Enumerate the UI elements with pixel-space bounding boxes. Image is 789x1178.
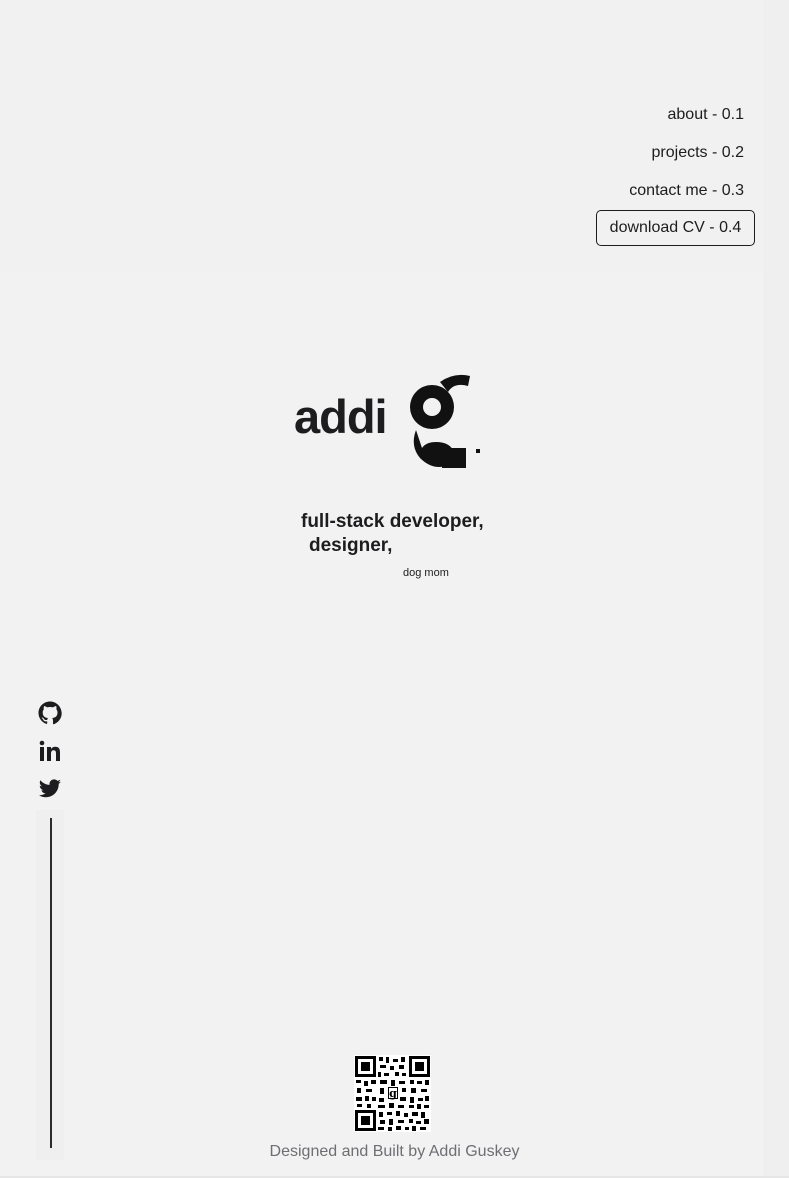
nav-link-contact[interactable]: contact me - 0.3 [629,181,744,201]
scrollbar-track[interactable] [764,0,789,1178]
logo-wordmark: addi [294,390,388,443]
logo-g-mark [410,374,480,468]
social-divider-line [50,818,52,1148]
linkedin-icon[interactable] [38,739,62,763]
tagline-role-2: designer, [309,535,393,556]
site-logo: addi [294,370,494,470]
footer-credit: Designed and Built by Addi Guskey [269,1143,520,1160]
svg-text:g: g [389,1087,397,1100]
tagline-role-1: full-stack developer, [301,511,484,532]
tagline-role-3: dog mom [403,567,449,579]
nav-link-about[interactable]: about - 0.1 [668,105,745,125]
qr-code: g [354,1055,431,1132]
twitter-icon[interactable] [38,777,62,801]
download-cv-button[interactable]: download CV - 0.4 [596,210,755,246]
nav-link-projects[interactable]: projects - 0.2 [652,143,744,163]
github-icon[interactable] [38,701,62,725]
top-navigation: about - 0.1 projects - 0.2 contact me - … [0,0,764,272]
